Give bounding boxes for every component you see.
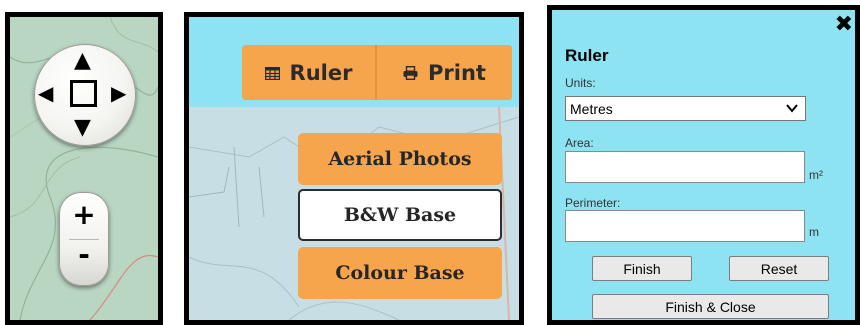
perimeter-field[interactable] — [565, 210, 805, 242]
aerial-photos-layer-button[interactable]: Aerial Photos — [298, 133, 502, 185]
pan-center-reset-button[interactable] — [70, 80, 97, 107]
colour-base-layer-button[interactable]: Colour Base — [298, 247, 502, 299]
grid-icon — [264, 61, 280, 85]
chevron-down-icon — [785, 100, 799, 119]
area-label: Area: — [565, 136, 594, 150]
zoom-out-button[interactable]: - — [59, 238, 109, 271]
perimeter-label: Perimeter: — [565, 196, 621, 210]
pan-right-button[interactable]: ▶ — [111, 83, 126, 103]
tool-button-group: Ruler Print — [242, 45, 512, 100]
toolbar-panel: Ruler Print Aerial Photos B&W Base Colou… — [184, 12, 524, 325]
pan-down-button[interactable]: ▼ — [74, 117, 91, 139]
pan-up-button[interactable]: ▲ — [74, 50, 91, 72]
ruler-button[interactable]: Ruler — [242, 45, 375, 100]
area-unit: m² — [809, 168, 823, 182]
zoom-control: + - — [59, 192, 109, 286]
print-button-label: Print — [428, 60, 486, 85]
pan-left-button[interactable]: ◀ — [38, 83, 53, 103]
dialog-title: Ruler — [565, 46, 609, 65]
units-select[interactable]: Metres — [565, 96, 806, 121]
zoom-in-button[interactable]: + — [59, 198, 109, 231]
finish-button[interactable]: Finish — [592, 256, 692, 281]
units-select-value: Metres — [570, 100, 613, 117]
ruler-button-label: Ruler — [289, 60, 353, 85]
area-field[interactable] — [565, 151, 805, 183]
close-icon[interactable]: ✖ — [835, 14, 853, 36]
printer-icon — [403, 61, 418, 85]
ruler-dialog: ✖ Ruler Units: Metres Area: m² Perimeter… — [547, 5, 860, 325]
map-navigation-panel: ▲ ▼ ◀ ▶ + - — [5, 12, 163, 325]
print-button[interactable]: Print — [377, 45, 512, 100]
pan-control: ▲ ▼ ◀ ▶ — [34, 44, 136, 146]
perimeter-unit: m — [809, 225, 819, 239]
reset-button[interactable]: Reset — [729, 256, 829, 281]
units-label: Units: — [565, 76, 596, 90]
bw-base-layer-button[interactable]: B&W Base — [298, 189, 502, 241]
finish-and-close-button[interactable]: Finish & Close — [592, 294, 829, 319]
